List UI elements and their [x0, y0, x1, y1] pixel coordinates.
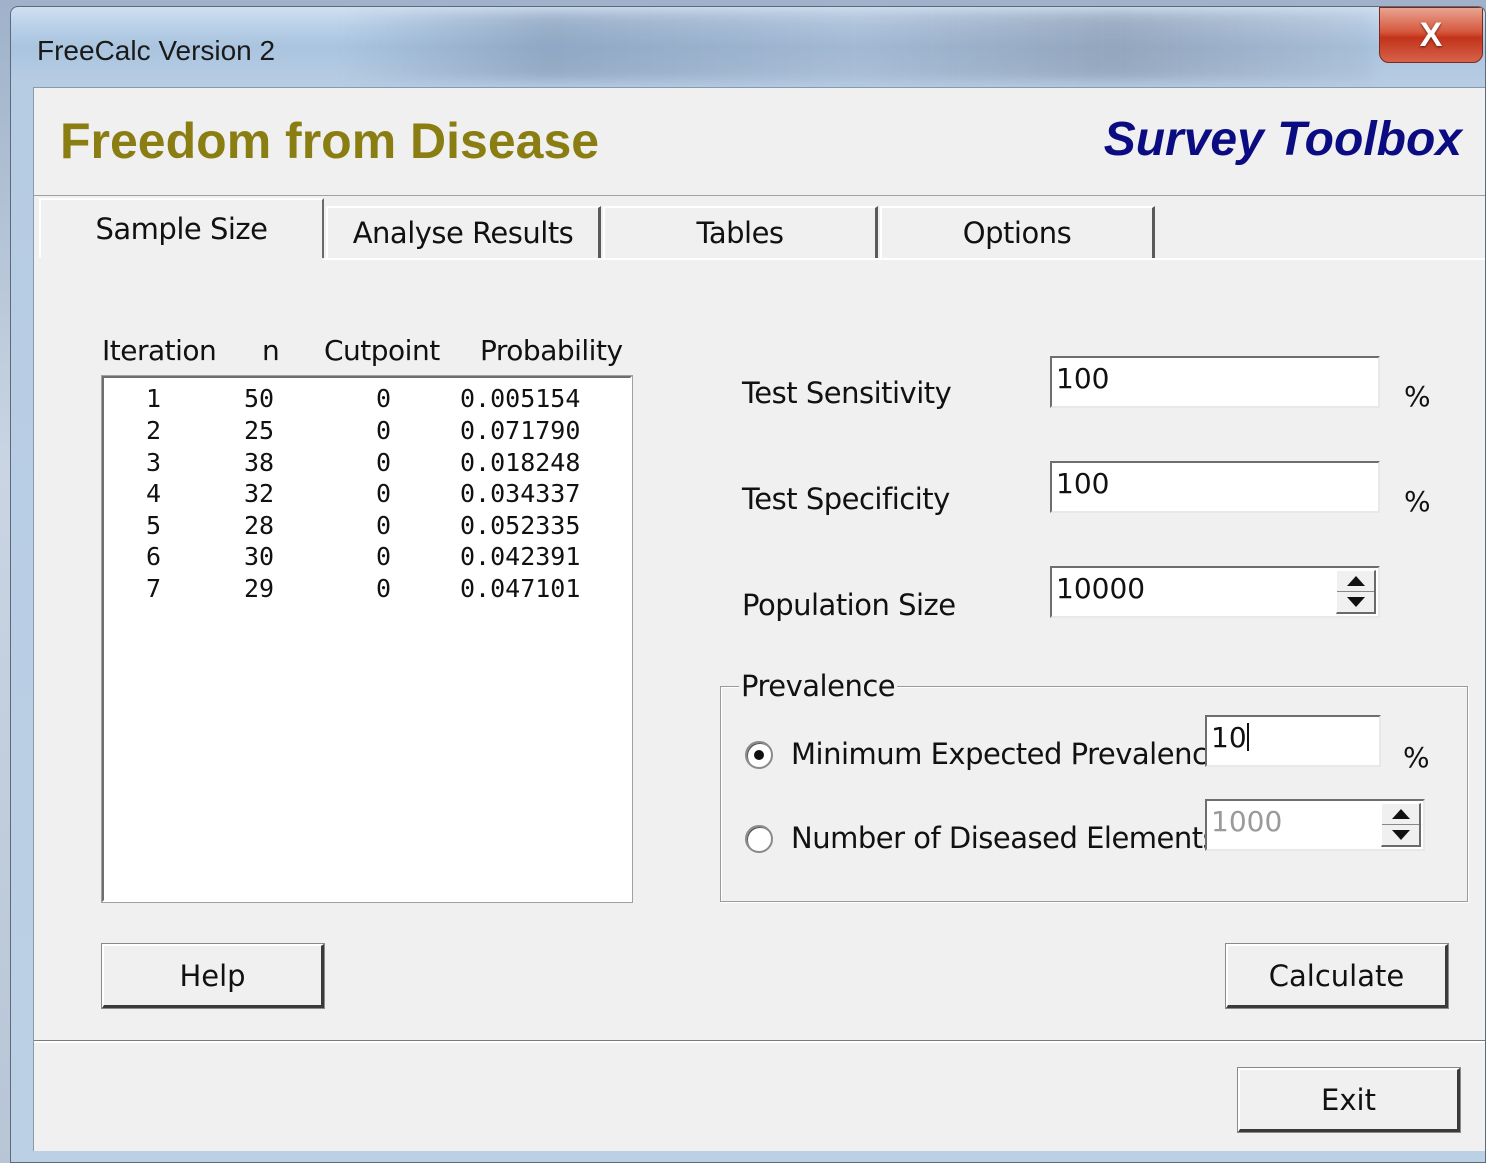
n-cell: 29: [244, 574, 275, 603]
tab-analyse-results[interactable]: Analyse Results: [326, 206, 601, 258]
iteration-cell: 2: [146, 416, 162, 445]
diseased-elements-radio[interactable]: [745, 825, 773, 853]
iteration-cell: 3: [146, 448, 162, 477]
n-cell: 32: [244, 479, 275, 508]
iteration-cell: 1: [146, 384, 162, 413]
diseased-elements-spinner: [1381, 803, 1421, 847]
probability-cell: 0.052335: [460, 511, 581, 540]
probability-cell: 0.018248: [460, 448, 581, 477]
spin-down-arrow-icon[interactable]: [1337, 592, 1374, 613]
population-value: 10000: [1056, 572, 1146, 605]
n-cell: 30: [244, 542, 275, 571]
sensitivity-label: Test Sensitivity: [742, 376, 952, 410]
cutpoint-cell: 0: [376, 384, 392, 413]
dialog-client: Freedom from Disease Survey Toolbox Samp…: [33, 87, 1485, 1151]
title-bar-background: [341, 11, 1371, 81]
radio-selected-dot-icon: [754, 750, 764, 760]
diseased-elements-label[interactable]: Number of Diseased Elements: [791, 821, 1218, 855]
list-item[interactable]: 7 29 0 0.047101: [104, 574, 624, 606]
min-prevalence-value: 10: [1211, 721, 1247, 754]
tab-options[interactable]: Options: [880, 206, 1155, 258]
app-window: FreeCalc Version 2 X Freedom from Diseas…: [10, 6, 1486, 1163]
min-prevalence-label[interactable]: Minimum Expected Prevalence: [791, 737, 1225, 771]
cutpoint-cell: 0: [376, 448, 392, 477]
header-banner: Freedom from Disease Survey Toolbox: [34, 88, 1485, 196]
cutpoint-cell: 0: [376, 511, 392, 540]
min-prevalence-input[interactable]: 10: [1205, 715, 1381, 767]
exit-button[interactable]: Exit: [1237, 1067, 1461, 1133]
spin-down-arrow-icon: [1382, 825, 1419, 846]
probability-cell: 0.042391: [460, 542, 581, 571]
probability-cell: 0.071790: [460, 416, 581, 445]
probability-cell: 0.034337: [460, 479, 581, 508]
list-item[interactable]: 2 25 0 0.071790: [104, 416, 624, 448]
tab-strip-line: [324, 258, 1485, 260]
iteration-cell: 5: [146, 511, 162, 540]
column-header-n: n: [262, 334, 280, 367]
population-spinner[interactable]: [1336, 570, 1376, 614]
calculate-button[interactable]: Calculate: [1225, 943, 1449, 1009]
help-button[interactable]: Help: [101, 943, 325, 1009]
diseased-elements-stepper: 1000: [1205, 799, 1425, 851]
column-header-iteration: Iteration: [102, 334, 217, 367]
cutpoint-cell: 0: [376, 574, 392, 603]
tab-sample-size[interactable]: Sample Size: [39, 198, 324, 258]
cutpoint-cell: 0: [376, 542, 392, 571]
n-cell: 38: [244, 448, 275, 477]
list-item[interactable]: 1 50 0 0.005154: [104, 384, 624, 416]
iteration-cell: 4: [146, 479, 162, 508]
min-prevalence-radio[interactable]: [745, 741, 773, 769]
prevalence-legend: Prevalence: [739, 669, 898, 703]
n-cell: 28: [244, 511, 275, 540]
list-item[interactable]: 6 30 0 0.042391: [104, 542, 624, 574]
probability-cell: 0.005154: [460, 384, 581, 413]
cutpoint-cell: 0: [376, 416, 392, 445]
probability-cell: 0.047101: [460, 574, 581, 603]
specificity-unit: %: [1404, 485, 1431, 518]
tab-tables[interactable]: Tables: [603, 206, 878, 258]
footer-separator: [34, 1040, 1485, 1043]
brand-title: Survey Toolbox: [1103, 113, 1462, 166]
title-bar[interactable]: FreeCalc Version 2 X: [11, 7, 1485, 85]
diseased-elements-value: 1000: [1211, 805, 1283, 838]
spin-up-arrow-icon[interactable]: [1337, 571, 1374, 592]
specificity-label: Test Specificity: [742, 482, 950, 516]
specificity-input[interactable]: 100: [1050, 461, 1380, 513]
population-stepper[interactable]: 10000: [1050, 566, 1380, 618]
min-prevalence-unit: %: [1403, 741, 1430, 774]
spin-up-arrow-icon: [1382, 804, 1419, 825]
list-item[interactable]: 3 38 0 0.018248: [104, 448, 624, 480]
iteration-cell: 6: [146, 542, 162, 571]
list-item[interactable]: 4 32 0 0.034337: [104, 479, 624, 511]
list-item[interactable]: 5 28 0 0.052335: [104, 511, 624, 543]
sensitivity-unit: %: [1404, 380, 1431, 413]
window-title: FreeCalc Version 2: [37, 35, 276, 66]
close-button[interactable]: X: [1379, 7, 1483, 63]
iterations-list[interactable]: 1 50 0 0.005154 2 25 0 0.071790 3 38 0 0…: [101, 375, 633, 903]
close-icon: X: [1419, 15, 1443, 54]
app-title: Freedom from Disease: [60, 113, 600, 169]
population-label: Population Size: [742, 588, 956, 622]
column-header-probability: Probability: [480, 334, 623, 367]
n-cell: 50: [244, 384, 275, 413]
column-header-cutpoint: Cutpoint: [324, 334, 440, 367]
cutpoint-cell: 0: [376, 479, 392, 508]
sensitivity-input[interactable]: 100: [1050, 356, 1380, 408]
n-cell: 25: [244, 416, 275, 445]
prevalence-group: Prevalence Minimum Expected Prevalence 1…: [720, 669, 1468, 902]
iteration-cell: 7: [146, 574, 162, 603]
text-cursor-icon: [1246, 723, 1249, 751]
